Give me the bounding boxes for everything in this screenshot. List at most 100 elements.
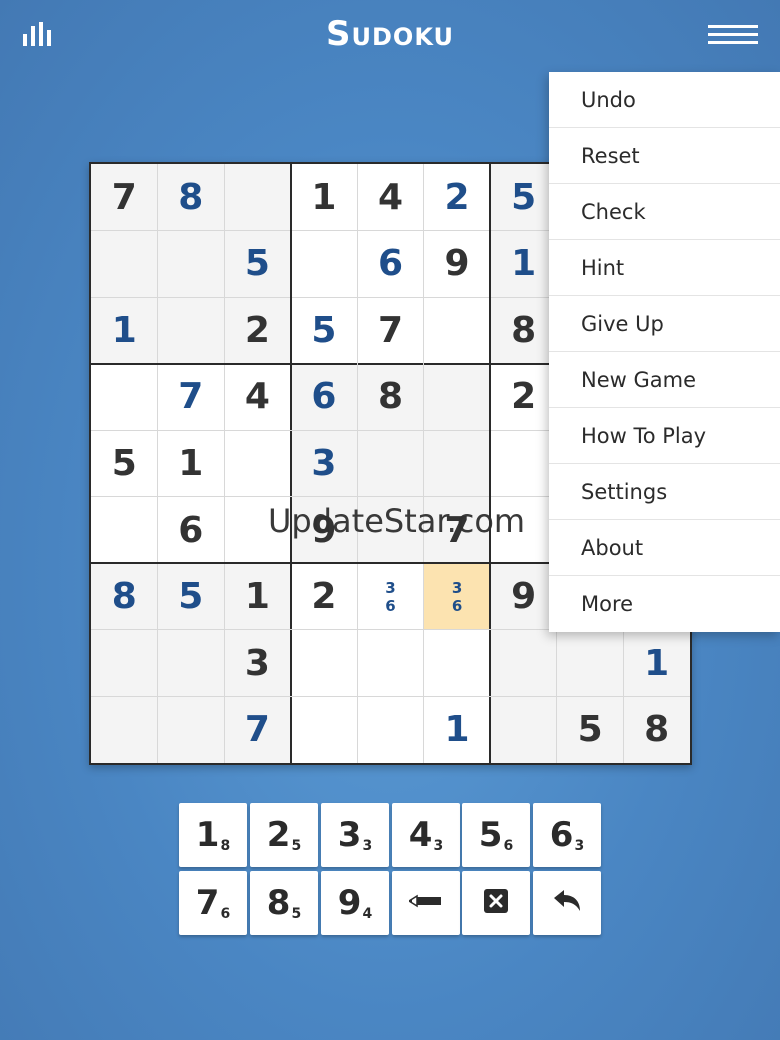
digit-key-6[interactable]: 63 [533, 803, 601, 867]
sudoku-cell[interactable]: 8 [623, 696, 690, 763]
sudoku-cell[interactable]: 8 [157, 164, 225, 231]
sudoku-cell[interactable] [91, 629, 158, 697]
sudoku-cell[interactable]: 2 [424, 164, 491, 231]
sudoku-cell[interactable]: 1 [224, 563, 291, 630]
sudoku-cell[interactable]: 1 [490, 230, 557, 298]
sudoku-cell[interactable] [291, 231, 358, 298]
sudoku-cell[interactable]: 2 [490, 364, 557, 431]
sudoku-cell[interactable] [424, 630, 491, 697]
sudoku-cell[interactable] [157, 230, 225, 298]
sudoku-cell[interactable]: 4 [224, 364, 291, 431]
sudoku-cell[interactable] [424, 297, 491, 364]
sudoku-cell[interactable] [357, 630, 424, 697]
sudoku-cell[interactable]: 2 [291, 563, 358, 630]
sudoku-cell[interactable] [224, 497, 291, 564]
menu-item-more[interactable]: More [549, 576, 780, 632]
sudoku-cell[interactable]: 7 [224, 696, 291, 763]
digit-key-7[interactable]: 76 [179, 871, 247, 935]
sudoku-cell[interactable]: 1 [424, 696, 491, 763]
digit-key-4[interactable]: 43 [392, 803, 460, 867]
grid-line [91, 695, 690, 697]
menu-item-settings[interactable]: Settings [549, 464, 780, 520]
sudoku-cell[interactable]: 8 [490, 297, 557, 364]
digit-key-3[interactable]: 33 [321, 803, 389, 867]
grid-line [289, 164, 292, 763]
sudoku-cell[interactable] [490, 696, 557, 763]
sudoku-cell[interactable] [157, 297, 225, 364]
menu-item-undo[interactable]: Undo [549, 72, 780, 128]
sudoku-cell[interactable] [357, 696, 424, 763]
sudoku-cell[interactable]: 5 [224, 230, 291, 298]
sudoku-cell[interactable] [91, 696, 158, 763]
sudoku-cell[interactable] [423, 430, 491, 497]
sudoku-cell[interactable]: 5 [556, 696, 624, 763]
note-digit: 6 [451, 596, 463, 615]
sudoku-cell[interactable]: 7 [91, 164, 158, 231]
sudoku-cell[interactable]: 36 [423, 563, 491, 630]
sudoku-cell[interactable]: 5 [490, 164, 557, 231]
sudoku-cell[interactable]: 9 [424, 231, 491, 298]
digit-key-5[interactable]: 56 [462, 803, 530, 867]
menu-item-give-up[interactable]: Give Up [549, 296, 780, 352]
sudoku-cell[interactable]: 2 [224, 297, 291, 364]
menu-item-how-to-play[interactable]: How To Play [549, 408, 780, 464]
sudoku-cell[interactable]: 3 [290, 430, 358, 497]
sudoku-cell[interactable]: 5 [157, 563, 225, 630]
sudoku-cell[interactable]: 7 [357, 297, 424, 364]
key-remaining-count: 5 [291, 838, 302, 854]
sudoku-cell[interactable] [556, 629, 624, 697]
sudoku-cell[interactable]: 9 [290, 496, 358, 564]
sudoku-cell[interactable] [490, 497, 557, 564]
sudoku-cell[interactable]: 1 [91, 297, 158, 364]
sudoku-cell[interactable]: 1 [158, 430, 225, 497]
sudoku-cell[interactable]: 3 [224, 629, 291, 697]
sudoku-cell[interactable] [91, 497, 158, 564]
undo-button[interactable] [533, 871, 601, 935]
menu-item-new-game[interactable]: New Game [549, 352, 780, 408]
sudoku-cell[interactable] [490, 430, 557, 497]
sudoku-cell[interactable]: 8 [91, 563, 158, 630]
erase-icon [483, 888, 509, 919]
sudoku-cell[interactable]: 6 [158, 497, 225, 564]
sudoku-cell[interactable]: 1 [291, 164, 358, 231]
sudoku-cell[interactable] [291, 630, 358, 697]
sudoku-cell[interactable] [91, 230, 158, 298]
grid-line [356, 164, 358, 763]
hamburger-menu-icon[interactable] [708, 24, 758, 46]
key-digit: 3 [337, 815, 362, 855]
key-remaining-count: 3 [362, 838, 373, 854]
sudoku-cell[interactable] [291, 696, 358, 763]
sudoku-cell[interactable]: 7 [158, 364, 225, 431]
sudoku-cell[interactable]: 8 [357, 363, 424, 431]
erase-button[interactable] [462, 871, 530, 935]
menu-item-reset[interactable]: Reset [549, 128, 780, 184]
sudoku-cell[interactable] [224, 430, 291, 497]
sudoku-cell[interactable] [224, 164, 291, 231]
sudoku-cell[interactable]: 5 [291, 297, 358, 364]
sudoku-cell[interactable]: 6 [357, 231, 424, 298]
sudoku-cell[interactable]: 4 [357, 164, 424, 231]
sudoku-cell[interactable] [490, 629, 557, 697]
sudoku-cell[interactable] [157, 696, 225, 763]
sudoku-cell[interactable]: 36 [357, 563, 424, 630]
sudoku-cell[interactable]: 6 [290, 363, 358, 431]
sudoku-cell[interactable] [357, 430, 424, 497]
menu-item-check[interactable]: Check [549, 184, 780, 240]
sudoku-cell[interactable]: 7 [423, 496, 491, 564]
digit-key-1[interactable]: 18 [179, 803, 247, 867]
menu-item-about[interactable]: About [549, 520, 780, 576]
sudoku-cell[interactable] [91, 364, 158, 431]
sudoku-cell[interactable] [357, 496, 424, 564]
digit-key-9[interactable]: 94 [321, 871, 389, 935]
digit-key-8[interactable]: 85 [250, 871, 318, 935]
key-remaining-count: 3 [574, 838, 585, 854]
digit-key-2[interactable]: 25 [250, 803, 318, 867]
notes-toggle-button[interactable] [392, 871, 460, 935]
menu-item-hint[interactable]: Hint [549, 240, 780, 296]
sudoku-cell[interactable]: 5 [91, 430, 158, 497]
sudoku-cell[interactable]: 9 [490, 563, 557, 630]
app-title: Sudoku [326, 14, 454, 54]
sudoku-cell[interactable] [157, 629, 225, 697]
sudoku-cell[interactable]: 1 [623, 629, 690, 697]
sudoku-cell[interactable] [423, 363, 491, 431]
